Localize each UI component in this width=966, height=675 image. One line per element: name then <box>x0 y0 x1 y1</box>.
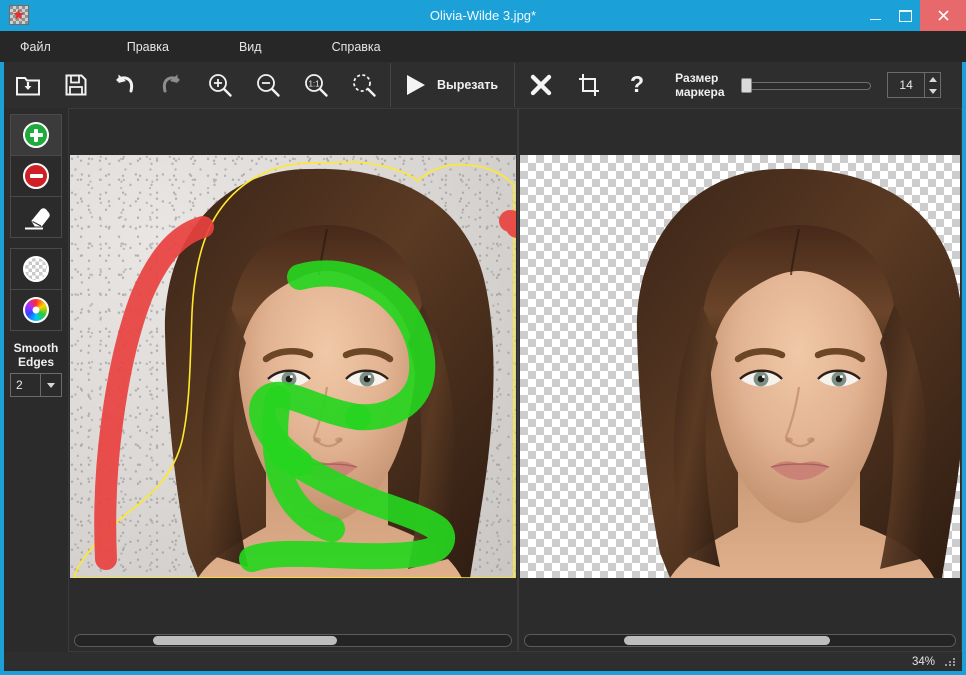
window-controls <box>860 0 966 31</box>
magnifier-fit-icon <box>353 74 376 97</box>
source-photo <box>70 155 516 578</box>
background-stroke <box>94 216 214 570</box>
background-tool-group <box>10 248 62 331</box>
tool-rail: Smooth Edges 2 <box>4 108 68 652</box>
source-viewport[interactable] <box>70 109 516 629</box>
undo-arrow-icon <box>116 74 134 93</box>
cut-button[interactable]: Вырезать <box>393 63 512 107</box>
slider-thumb[interactable] <box>741 78 753 93</box>
slider-track <box>741 82 872 90</box>
menu-file[interactable]: Файл <box>10 36 61 58</box>
checkerboard-circle-icon <box>23 256 49 282</box>
cut-button-label: Вырезать <box>437 78 499 92</box>
application-window: Olivia-Wilde 3.jpg* Файл Правка Вид Спра… <box>0 0 966 675</box>
toolbar-separator <box>514 63 516 107</box>
open-button[interactable] <box>4 63 52 107</box>
menu-view[interactable]: Вид <box>229 36 272 58</box>
stepper-up-icon[interactable] <box>928 76 937 82</box>
smooth-edges-label: Smooth Edges <box>4 341 68 369</box>
eraser-icon <box>25 208 50 230</box>
svg-text:1:1: 1:1 <box>308 80 320 89</box>
save-button[interactable] <box>52 63 100 107</box>
result-viewport[interactable] <box>520 109 960 629</box>
crop-button[interactable] <box>565 63 613 107</box>
result-portrait-artwork <box>636 168 960 578</box>
status-bar: 34% <box>4 652 962 671</box>
background-stroke-right <box>499 210 516 238</box>
window-title: Olivia-Wilde 3.jpg* <box>429 8 537 23</box>
magnifier-plus-icon <box>209 74 232 97</box>
marker-tool-group <box>10 114 62 238</box>
smooth-edges-label-line2: Edges <box>17 355 54 369</box>
menu-bar: Файл Правка Вид Справка <box>0 31 966 62</box>
marker-foreground-tool[interactable] <box>11 115 61 156</box>
green-plus-circle-icon <box>23 122 49 148</box>
source-hscrollbar[interactable] <box>74 634 512 647</box>
marker-size-label-line2: маркера <box>675 85 725 99</box>
clear-marks-button[interactable] <box>517 63 565 107</box>
folder-download-icon <box>16 77 40 96</box>
title-bar: Olivia-Wilde 3.jpg* <box>0 0 966 31</box>
play-triangle-icon <box>407 75 425 95</box>
color-wheel-icon <box>23 297 49 323</box>
stepper-down-icon[interactable] <box>928 88 937 94</box>
undo-button[interactable] <box>100 63 148 107</box>
close-icon <box>937 10 949 21</box>
magnifier-1-1-icon: 1:1 <box>305 74 328 97</box>
transparent-background-tool[interactable] <box>11 249 61 290</box>
question-mark-icon: ? <box>630 72 644 97</box>
zoom-out-button[interactable] <box>244 63 292 107</box>
marker-size-slider[interactable] <box>741 78 872 93</box>
result-photo <box>520 155 960 578</box>
smooth-edges-label-line1: Smooth <box>13 341 59 355</box>
result-hscrollbar[interactable] <box>524 634 956 647</box>
zoom-fit-button[interactable] <box>340 63 388 107</box>
source-hscroll-thumb[interactable] <box>153 636 337 645</box>
marker-size-arrows[interactable] <box>925 72 942 98</box>
redo-button[interactable] <box>148 63 196 107</box>
help-button[interactable]: ? <box>613 63 661 107</box>
smooth-edges-value: 2 <box>16 378 23 392</box>
main-toolbar: 1:1 Вырезать ? Размер маркера 14 <box>4 62 962 109</box>
menu-help[interactable]: Справка <box>322 36 391 58</box>
toolbar-separator <box>390 63 391 107</box>
marker-size-value[interactable]: 14 <box>887 72 926 98</box>
redo-arrow-icon <box>162 74 180 93</box>
color-background-tool[interactable] <box>11 290 61 330</box>
svg-text:?: ? <box>630 72 644 97</box>
minimize-button[interactable] <box>860 0 890 31</box>
smooth-edges-select[interactable]: 2 <box>10 373 62 397</box>
result-image-panel[interactable] <box>518 108 962 652</box>
zoom-in-button[interactable] <box>196 63 244 107</box>
source-image-panel[interactable] <box>68 108 518 652</box>
marker-size-label-line1: Размер <box>675 71 719 85</box>
cross-x-icon <box>530 74 552 96</box>
marker-size-label: Размер маркера <box>675 71 733 99</box>
marker-background-tool[interactable] <box>11 156 61 197</box>
marker-size-stepper[interactable]: 14 <box>887 72 942 98</box>
eraser-tool[interactable] <box>11 197 61 237</box>
resize-grip-icon[interactable] <box>945 656 957 668</box>
menu-edit[interactable]: Правка <box>117 36 179 58</box>
chevron-down-icon[interactable] <box>40 374 61 396</box>
marker-strokes <box>94 210 516 572</box>
magnifier-minus-icon <box>257 74 280 97</box>
floppy-save-icon <box>65 74 87 96</box>
zoom-level: 34% <box>911 655 935 668</box>
result-hscroll-thumb[interactable] <box>623 636 831 645</box>
crop-icon <box>579 74 600 96</box>
red-minus-circle-icon <box>23 163 49 189</box>
maximize-button[interactable] <box>890 0 920 31</box>
zoom-actual-button[interactable]: 1:1 <box>292 63 340 107</box>
close-button[interactable] <box>920 0 966 31</box>
